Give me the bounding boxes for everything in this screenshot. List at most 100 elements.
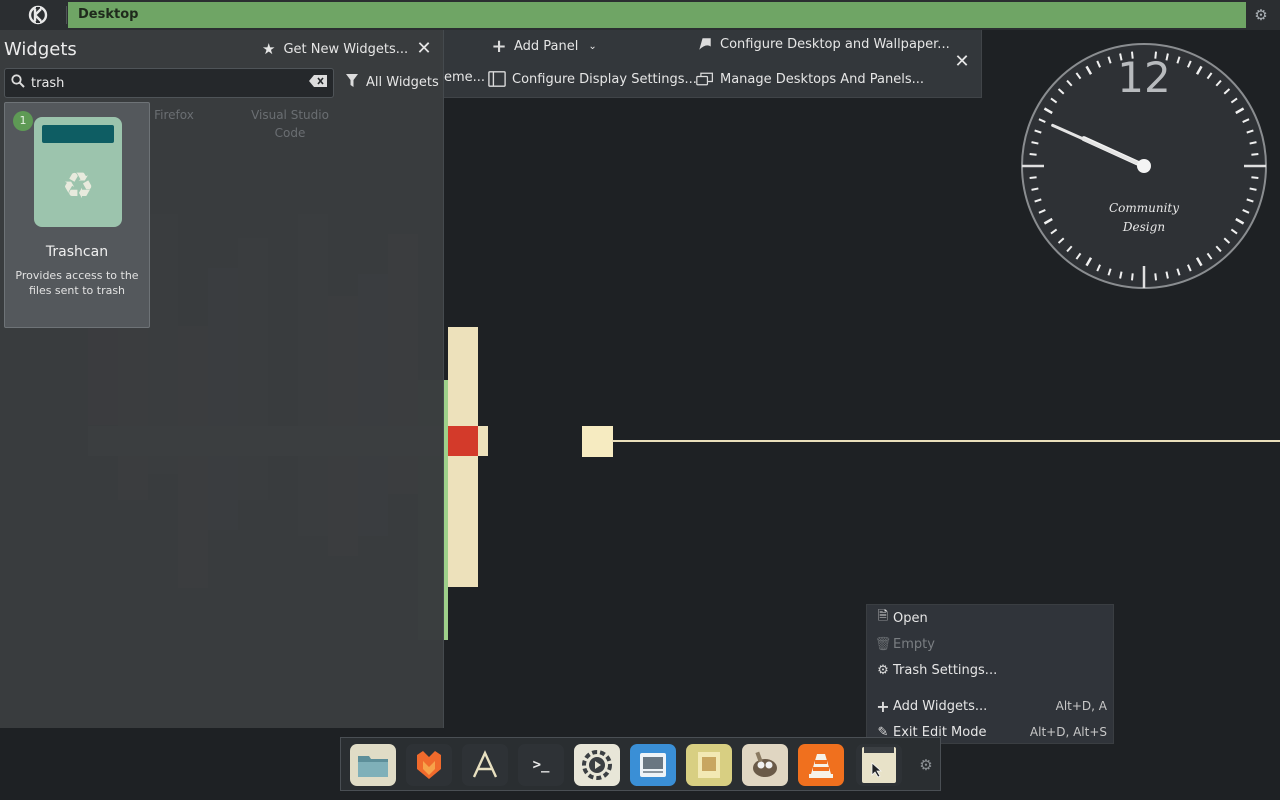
close-icon: ✕: [416, 38, 432, 59]
desktop-task-strip[interactable]: Desktop: [68, 2, 1246, 28]
plus-icon: +: [491, 35, 507, 57]
trashcan-lid: [42, 125, 114, 143]
widget-name: Trashcan: [45, 244, 109, 260]
configure-display-button[interactable]: Configure Display Settings...: [488, 70, 697, 88]
dock-app-terminal[interactable]: >_: [518, 744, 564, 786]
plus-icon: +: [876, 696, 890, 716]
visualizer-center-red: [448, 426, 478, 456]
configure-display-label: Configure Display Settings...: [512, 71, 697, 87]
clock-tick: [1251, 176, 1259, 180]
image-viewer-icon: [640, 753, 666, 777]
clear-search-icon[interactable]: [303, 75, 333, 91]
get-new-widgets-label: Get New Widgets...: [283, 41, 409, 57]
dock-app-settings[interactable]: [574, 744, 620, 786]
trashcan-icon: [862, 747, 896, 783]
add-panel-button[interactable]: + Add Panel ⌄: [490, 35, 597, 57]
wallpaper-icon: [696, 35, 714, 53]
visualizer-bar-cream: [448, 327, 478, 587]
recycle-icon: ♻: [61, 166, 95, 207]
dock-app-store[interactable]: [462, 744, 508, 786]
panel-divider: [66, 6, 67, 24]
widgets-explorer: Widgets ★ Get New Widgets... ✕ All Widge…: [0, 30, 444, 728]
dock-app-gimp[interactable]: [742, 744, 788, 786]
desktops-icon: [696, 70, 714, 88]
clock-tick: [1119, 271, 1123, 279]
menu-item-trash-settings[interactable]: ⚙ Trash Settings...: [873, 658, 1109, 682]
folder-icon: [358, 756, 388, 777]
clock-tick: [1249, 141, 1257, 145]
trashcan-icon: ♻: [34, 117, 122, 227]
clock-tick: [1165, 271, 1169, 279]
close-edit-mode-button[interactable]: ✕: [952, 52, 972, 72]
panel-settings-icon[interactable]: ⚙: [1252, 6, 1270, 24]
menu-item-empty[interactable]: 🗑 Empty: [873, 632, 1109, 656]
menu-item-label: Empty: [893, 636, 935, 652]
open-file-icon: 🗎: [877, 609, 889, 624]
ghost-widget-label: Visual Studio: [251, 108, 329, 122]
widgets-title: Widgets: [4, 39, 77, 60]
menu-item-shortcut: Alt+D, A: [1055, 699, 1107, 713]
menu-item-add-widgets[interactable]: + Add Widgets... Alt+D, A: [873, 694, 1109, 718]
menu-item-label: Trash Settings...: [893, 662, 998, 678]
clock-tick: [1130, 273, 1134, 281]
add-panel-label: Add Panel: [514, 38, 579, 54]
close-widgets-button[interactable]: ✕: [414, 39, 434, 59]
bottom-dock: >_ ⚙: [340, 737, 941, 791]
firefox-icon: [417, 751, 441, 779]
gear-icon: ⚙: [877, 662, 889, 678]
ghost-widget-label: Firefox: [154, 108, 194, 122]
ghost-widget-label: Code: [274, 126, 306, 140]
search-icon: [5, 74, 31, 92]
menu-item-shortcut: Alt+D, Alt+S: [1029, 725, 1107, 739]
clock-tick: [1251, 152, 1259, 156]
clock-tick: [1154, 273, 1158, 281]
manage-desktops-label: Manage Desktops And Panels...: [720, 71, 925, 87]
clock-center-pin: [1137, 159, 1151, 173]
global-themes-label: eme...: [444, 70, 486, 85]
configure-desktop-button[interactable]: Configure Desktop and Wallpaper...: [696, 35, 950, 53]
dock-app-notes[interactable]: [686, 744, 732, 786]
display-icon: [488, 70, 506, 88]
clock-tick: [1249, 187, 1257, 191]
dock-app-vlc[interactable]: [798, 744, 844, 786]
dock-settings-icon[interactable]: ⚙: [917, 756, 935, 774]
clock-brand-line2: Design: [1122, 220, 1165, 234]
settings-icon: [582, 750, 612, 780]
widget-category-filter[interactable]: All Widgets: [346, 74, 439, 91]
dock-app-trash[interactable]: [856, 744, 902, 786]
kde-launcher-icon[interactable]: [24, 3, 52, 27]
widget-search-field: [4, 68, 334, 98]
visualizer-center-cream: [476, 426, 488, 456]
analog-clock-widget[interactable]: 12 Community Design: [1020, 42, 1268, 290]
clock-tick: [1031, 187, 1039, 191]
dock-app-firefox[interactable]: [406, 744, 452, 786]
chevron-down-icon: ⌄: [588, 40, 597, 52]
dock-app-image-viewer[interactable]: [630, 744, 676, 786]
clock-tick: [1031, 141, 1039, 145]
widget-description: Provides access to the files sent to tra…: [15, 269, 139, 297]
top-panel: Desktop ⚙: [0, 0, 1280, 30]
global-themes-button[interactable]: eme...: [444, 70, 485, 85]
app-store-icon: [472, 750, 498, 778]
widget-count-badge: 1: [13, 111, 33, 131]
dock-app-files[interactable]: [350, 744, 396, 786]
visualizer-bar-green: [444, 380, 448, 640]
clock-twelve-label: 12: [1117, 53, 1170, 102]
terminal-icon: >_: [532, 757, 550, 773]
manage-desktops-button[interactable]: Manage Desktops And Panels...: [696, 70, 924, 88]
clock-brand-line1: Community: [1109, 201, 1179, 215]
get-new-widgets-button[interactable]: ★ Get New Widgets...: [262, 40, 408, 58]
trash-context-menu: 🗎 Open 🗑 Empty ⚙ Trash Settings... + Add…: [866, 604, 1114, 744]
visualizer-square: [582, 426, 613, 457]
widget-card-trashcan[interactable]: ♻ 1 Trashcan Provides access to the file…: [4, 102, 150, 328]
vlc-icon: [809, 754, 833, 778]
desktop-label: Desktop: [78, 7, 139, 22]
widget-search-input[interactable]: [31, 75, 303, 91]
trash-icon: 🗑: [874, 636, 892, 652]
notes-icon: [698, 752, 720, 778]
gimp-icon: [753, 751, 777, 777]
desktop-edit-toolbar: + Add Panel ⌄ Configure Desktop and Wall…: [440, 30, 982, 98]
menu-item-open[interactable]: 🗎 Open: [873, 606, 1109, 630]
filter-icon: [346, 74, 358, 91]
clock-tick: [1029, 152, 1037, 156]
